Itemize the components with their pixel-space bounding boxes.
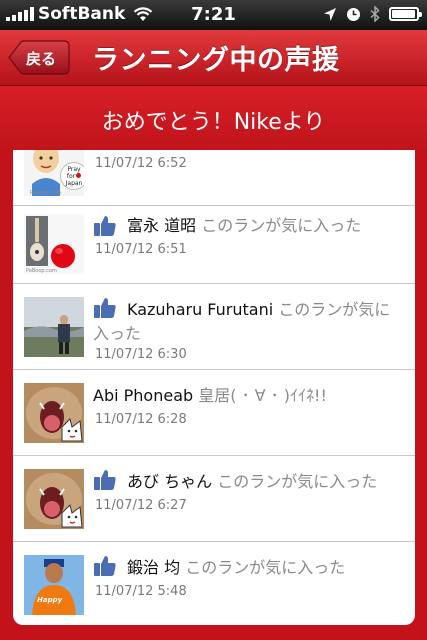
runner-avatar-image: Happy: [24, 555, 84, 615]
bluetooth-icon: [370, 6, 380, 22]
cheer-action: このランが気に入った: [217, 472, 378, 491]
avatar: [24, 469, 84, 529]
cat-avatar-image: [24, 469, 84, 529]
timestamp: 11/07/12 6:52: [95, 156, 187, 171]
status-icons: [323, 6, 422, 22]
location-arrow-icon: [324, 7, 336, 21]
timestamp: 11/07/12 6:28: [95, 412, 187, 427]
cheer-action: このランが気に: [278, 300, 391, 319]
banner-text: おめでとう！Nikeより: [101, 110, 326, 135]
avatar: PaBoop.com Pray for Japan: [24, 150, 84, 196]
svg-text:Happy: Happy: [37, 596, 63, 604]
cheer-text: Abi Phoneab 皇居( ･ ∀ ･ )ｲｲﾈ!!: [93, 384, 405, 408]
cat-avatar-image: [24, 383, 84, 443]
cheer-text: Kazuharu Furutani このランが気に入った: [93, 298, 405, 346]
avatar: Happy: [24, 555, 84, 615]
user-name[interactable]: 富永 道昭: [127, 216, 196, 235]
cheer-action: このランが気に入った: [201, 216, 362, 235]
back-button-label: 戻る: [26, 50, 57, 68]
cheer-text: あび ちゃん このランが気に入った: [93, 470, 405, 494]
svg-text:PaBoop.com: PaBoop.com: [26, 268, 57, 274]
user-name[interactable]: 鍛治 均: [127, 558, 180, 577]
page-title: ランニング中の声援: [92, 45, 340, 76]
timestamp: 11/07/12 5:48: [95, 584, 187, 599]
photo-avatar-image: [24, 297, 84, 357]
list-item[interactable]: Happy 鍛治 均 このランが気に入った 11/07/12 5:48: [13, 542, 415, 625]
avatar: PaBoop.com: [24, 214, 84, 274]
user-name[interactable]: Kazuharu Furutani: [127, 300, 273, 319]
navigation-bar: 戻る ランニング中の声援: [0, 30, 427, 86]
battery-level: [392, 10, 415, 18]
guitar-avatar-image: PaBoop.com: [24, 214, 84, 274]
list-item[interactable]: PaBoop.com 富永 道昭 このランが気に入った 11/07/12 6:5…: [13, 206, 415, 284]
svg-text:PaBoop.com: PaBoop.com: [30, 190, 61, 196]
avatar: [24, 383, 84, 443]
battery-icon: [389, 7, 422, 21]
status-bar: SoftBank 7:21: [0, 0, 427, 30]
cheer-action: 皇居( ･ ∀ ･ )ｲｲﾈ!!: [198, 386, 327, 405]
user-name[interactable]: Abi Phoneab: [93, 386, 193, 405]
timestamp: 11/07/12 6:51: [95, 242, 187, 257]
timestamp: 11/07/12 6:27: [95, 498, 187, 513]
timestamp: 11/07/12 6:30: [95, 347, 187, 362]
pray-for-japan-badge: Pray for Japan: [60, 162, 84, 190]
list-item[interactable]: Abi Phoneab 皇居( ･ ∀ ･ )ｲｲﾈ!! 11/07/12 6:…: [13, 370, 415, 456]
cheer-text: 鍛治 均 このランが気に入った: [93, 556, 405, 580]
back-button[interactable]: 戻る: [8, 40, 70, 75]
list-item[interactable]: あび ちゃん このランが気に入った 11/07/12 6:27: [13, 456, 415, 542]
user-name[interactable]: あび ちゃん: [127, 472, 212, 491]
alarm-clock-icon: [347, 7, 360, 21]
cheer-banner: おめでとう！Nikeより: [0, 86, 427, 150]
cheer-text: 富永 道昭 このランが気に入った: [93, 214, 405, 238]
avatar: [24, 297, 84, 357]
cheer-list[interactable]: PaBoop.com Pray for Japan 11/07/12 6:52 …: [13, 150, 415, 625]
list-item[interactable]: PaBoop.com Pray for Japan 11/07/12 6:52: [13, 150, 415, 206]
cheer-action-continued: 入った: [93, 324, 142, 343]
cheer-action: このランが気に入った: [185, 558, 346, 577]
list-item[interactable]: Kazuharu Furutani このランが気に入った 11/07/12 6:…: [13, 284, 415, 370]
